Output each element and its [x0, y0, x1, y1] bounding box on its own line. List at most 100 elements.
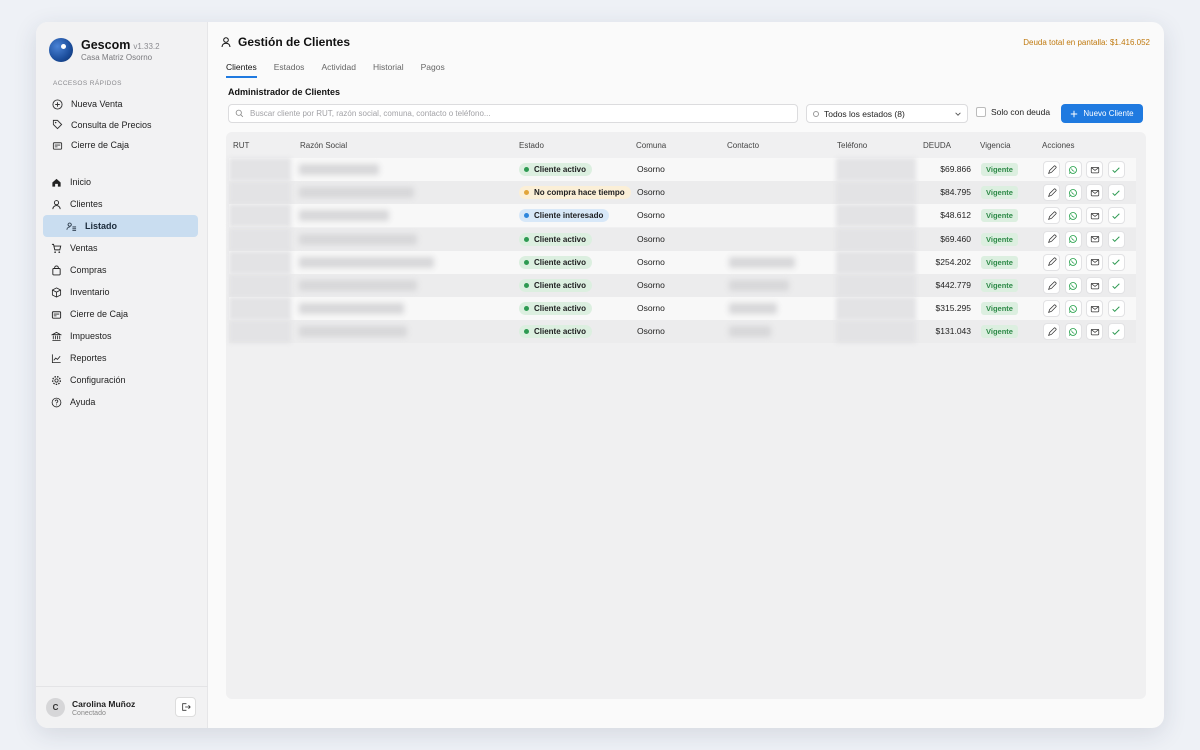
check-button[interactable] [1107, 184, 1125, 202]
tab-clientes[interactable]: Clientes [226, 62, 257, 78]
col-comuna[interactable]: Comuna [636, 141, 666, 150]
rut-cell-redacted [229, 297, 291, 321]
check-button[interactable] [1107, 161, 1125, 178]
status-dot-icon [524, 213, 529, 219]
logout-icon [181, 703, 191, 711]
whatsapp-button[interactable] [1064, 161, 1082, 178]
status-badge: Cliente activo [519, 325, 593, 339]
whatsapp-button[interactable] [1064, 184, 1082, 202]
edit-button[interactable] [1043, 300, 1060, 318]
edit-button[interactable] [1043, 207, 1060, 225]
table-row[interactable]: Cliente interesado Osorno $48.612 Vigente [229, 204, 1136, 228]
status-filter-select[interactable]: Todos los estados (8) [806, 104, 968, 123]
col-razon-social[interactable]: Razón Social [300, 141, 347, 150]
comuna-cell: Osorno [637, 210, 665, 221]
mail-button[interactable] [1086, 253, 1103, 271]
contacto-redacted [729, 280, 789, 291]
tab-historial[interactable]: Historial [373, 62, 404, 78]
quick-price-check[interactable]: Consulta de Precios [52, 115, 152, 136]
razon-social-redacted [299, 210, 389, 222]
sidebar-item-configuracion[interactable]: Configuración [50, 369, 198, 391]
new-client-button[interactable]: Nuevo Cliente [1061, 104, 1143, 123]
sidebar-item-clientes[interactable]: Clientes [50, 193, 198, 215]
table-row[interactable]: Cliente activo Osorno $315.295 Vigente [229, 297, 1136, 321]
logout-button[interactable] [175, 697, 196, 717]
edit-button[interactable] [1043, 253, 1060, 271]
whatsapp-button[interactable] [1064, 323, 1082, 341]
rut-cell-redacted [229, 181, 291, 205]
col-telefono[interactable]: Teléfono [837, 141, 867, 150]
check-button[interactable] [1107, 207, 1125, 225]
mail-button[interactable] [1086, 230, 1103, 248]
col-rut[interactable]: RUT [233, 141, 249, 150]
sidebar-item-inicio[interactable]: Inicio [50, 171, 198, 193]
quick-cash-close[interactable]: Cierre de Caja [52, 135, 152, 156]
sidebar-item-impuestos[interactable]: Impuestos [50, 325, 198, 347]
mail-icon [1090, 236, 1099, 243]
whatsapp-button[interactable] [1064, 277, 1082, 294]
mail-button[interactable] [1086, 207, 1103, 225]
table-row[interactable]: Cliente activo Osorno $254.202 Vigente [229, 250, 1136, 274]
mail-button[interactable] [1086, 184, 1103, 202]
sidebar-item-ventas[interactable]: Ventas [50, 237, 198, 259]
table-row[interactable]: Cliente activo Osorno $69.460 Vigente [229, 227, 1136, 251]
deuda-cell: $84.795 [940, 187, 971, 198]
whatsapp-button[interactable] [1064, 207, 1082, 225]
debt-only-checkbox[interactable]: Solo con deuda [976, 107, 1050, 117]
deuda-cell: $315.295 [935, 303, 971, 314]
search-input[interactable] [250, 109, 780, 118]
whatsapp-button[interactable] [1064, 230, 1082, 248]
col-deuda[interactable]: DEUDA [923, 141, 951, 150]
mail-button[interactable] [1086, 323, 1103, 341]
row-actions [1043, 230, 1129, 248]
edit-button[interactable] [1043, 323, 1060, 341]
table-row[interactable]: Cliente activo Osorno $131.043 Vigente [229, 320, 1136, 344]
table-row[interactable]: Cliente activo Osorno $442.779 Vigente [229, 274, 1136, 297]
vigencia-badge: Vigente [981, 186, 1018, 200]
edit-button[interactable] [1043, 184, 1060, 202]
edit-button[interactable] [1043, 161, 1060, 178]
check-button[interactable] [1107, 323, 1125, 341]
telefono-redacted [836, 227, 916, 251]
sidebar-item-reportes[interactable]: Reportes [50, 347, 198, 369]
sidebar-item-label: Impuestos [70, 331, 112, 341]
table-row[interactable]: No compra hace tiempo Osorno $84.795 Vigent… [229, 181, 1136, 205]
table-row[interactable]: Cliente activo Osorno $69.866 Vigente [229, 158, 1136, 181]
mail-button[interactable] [1086, 161, 1103, 178]
whatsapp-button[interactable] [1064, 253, 1082, 271]
whatsapp-button[interactable] [1064, 300, 1082, 318]
col-vigencia[interactable]: Vigencia [980, 141, 1011, 150]
sidebar-item-ayuda[interactable]: Ayuda [50, 391, 198, 413]
new-client-label: Nuevo Cliente [1083, 109, 1134, 118]
edit-button[interactable] [1043, 230, 1060, 248]
whatsapp-icon [1069, 258, 1077, 267]
sidebar-item-listado[interactable]: Listado [43, 215, 198, 237]
quick-item-label: Cierre de Caja [71, 140, 130, 151]
mail-button[interactable] [1086, 277, 1103, 294]
mail-button[interactable] [1086, 300, 1103, 318]
row-actions [1043, 184, 1129, 202]
col-acciones: Acciones [1042, 141, 1075, 150]
check-button[interactable] [1107, 277, 1125, 294]
telefono-redacted [836, 250, 916, 274]
tag-icon [52, 120, 63, 130]
razon-social-redacted [299, 164, 379, 175]
col-estado[interactable]: Estado [519, 141, 544, 150]
col-contacto[interactable]: Contacto [727, 141, 759, 150]
sidebar-item-inventario[interactable]: Inventario [50, 281, 198, 303]
quick-new-sale[interactable]: Nueva Venta [52, 94, 152, 115]
check-button[interactable] [1107, 300, 1125, 318]
sidebar-item-cierre-caja[interactable]: Cierre de Caja [50, 303, 198, 325]
status-text: Cliente activo [534, 304, 587, 314]
tab-pagos[interactable]: Pagos [421, 62, 445, 78]
check-button[interactable] [1107, 230, 1125, 248]
edit-button[interactable] [1043, 277, 1060, 294]
sidebar-item-compras[interactable]: Compras [50, 259, 198, 281]
quick-item-label: Nueva Venta [71, 99, 123, 110]
checkbox-box[interactable] [976, 107, 986, 117]
mail-icon [1090, 212, 1099, 220]
main-content: Gestión de Clientes Deuda total en panta… [208, 22, 1164, 728]
tab-estados[interactable]: Estados [274, 62, 305, 78]
check-button[interactable] [1107, 253, 1125, 271]
tab-actividad[interactable]: Actividad [321, 62, 356, 78]
